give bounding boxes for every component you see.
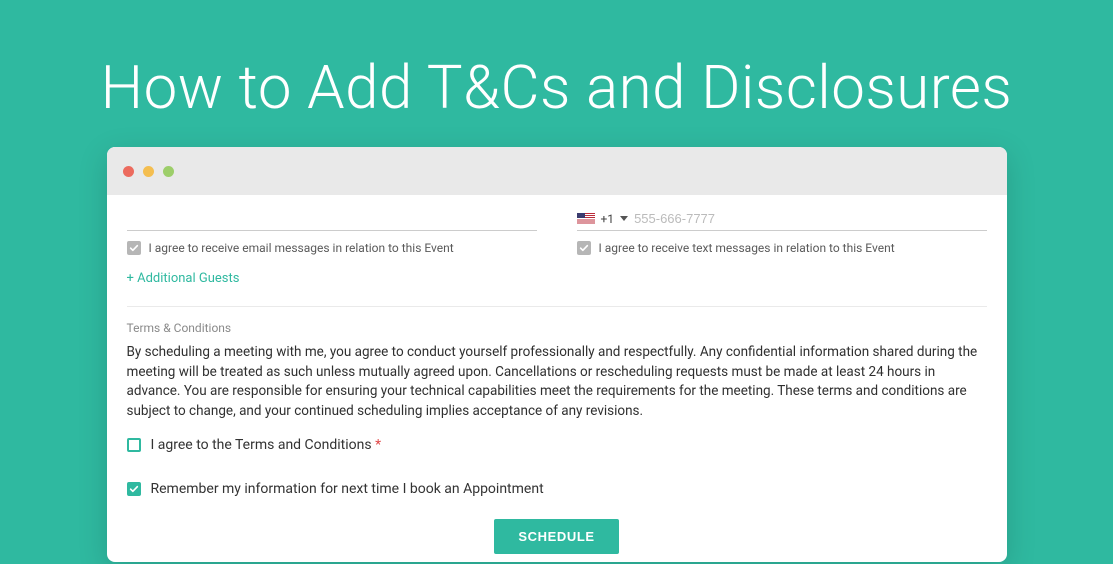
form-content: I agree to receive email messages in rel… [107, 195, 1007, 562]
phone-input[interactable] [634, 211, 986, 226]
remember-checkbox[interactable] [127, 482, 141, 496]
text-consent-label: I agree to receive text messages in rela… [599, 241, 895, 255]
app-window: I agree to receive email messages in rel… [107, 147, 1007, 562]
chevron-down-icon [620, 216, 628, 221]
check-icon [129, 243, 139, 253]
email-consent-label: I agree to receive email messages in rel… [149, 241, 454, 255]
additional-guests-link[interactable]: + Additional Guests [127, 271, 240, 286]
flag-us-icon [577, 213, 595, 225]
name-input[interactable] [127, 207, 537, 231]
email-consent-checkbox[interactable] [127, 241, 141, 255]
divider [127, 306, 987, 307]
window-minimize-icon[interactable] [143, 166, 154, 177]
text-consent-checkbox[interactable] [577, 241, 591, 255]
page-title: How to Add T&Cs and Disclosures [0, 0, 1113, 147]
remember-label: Remember my information for next time I … [151, 481, 544, 497]
check-icon [579, 243, 589, 253]
phone-field: +1 [577, 207, 987, 231]
window-zoom-icon[interactable] [163, 166, 174, 177]
dial-code-label: +1 [601, 212, 615, 226]
terms-body-text: By scheduling a meeting with me, you agr… [127, 343, 987, 421]
agree-terms-checkbox[interactable] [127, 438, 141, 452]
country-code-select[interactable]: +1 [577, 212, 629, 226]
terms-section-label: Terms & Conditions [127, 321, 987, 335]
window-titlebar [107, 147, 1007, 195]
schedule-button[interactable]: SCHEDULE [494, 519, 618, 554]
required-marker: * [375, 437, 381, 453]
window-close-icon[interactable] [123, 166, 134, 177]
agree-terms-label: I agree to the Terms and Conditions [151, 437, 372, 453]
check-icon [129, 484, 139, 494]
